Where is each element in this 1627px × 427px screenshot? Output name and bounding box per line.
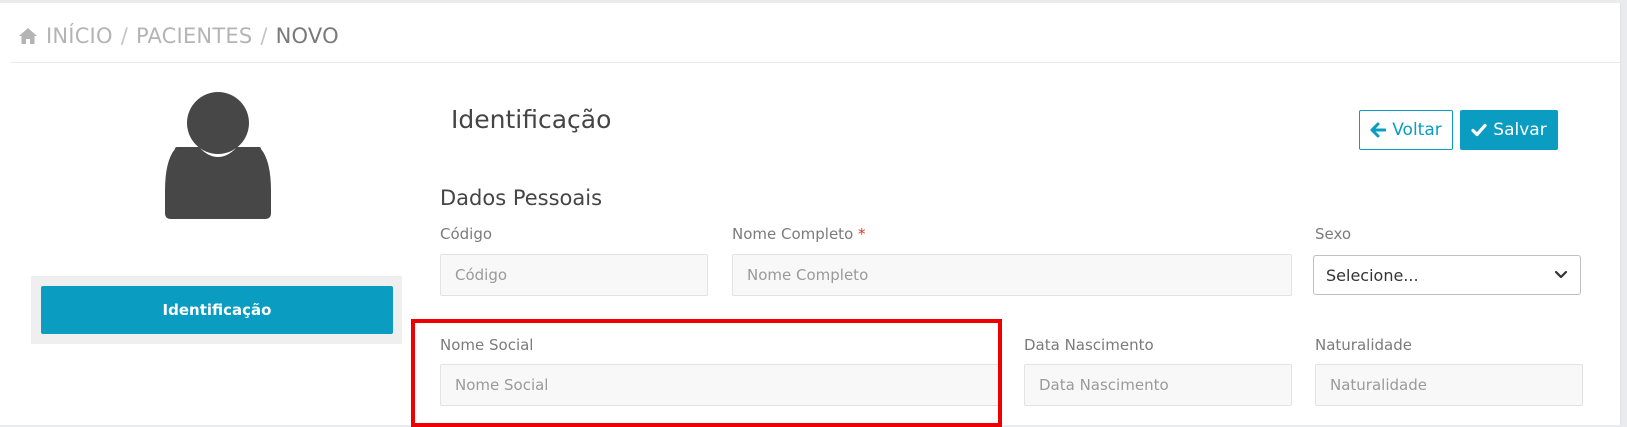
save-button-label: Salvar: [1493, 120, 1547, 140]
nome-completo-label: Nome Completo *: [732, 225, 866, 243]
nome-social-label: Nome Social: [440, 336, 534, 354]
check-icon: [1471, 123, 1487, 137]
sidebar-tab-identificacao[interactable]: Identificação: [41, 286, 393, 334]
sidebar-tab-panel: Identificação: [31, 276, 402, 344]
breadcrumb-separator: /: [120, 24, 128, 48]
back-button-label: Voltar: [1392, 120, 1442, 140]
breadcrumb-home[interactable]: INÍCIO: [46, 24, 113, 48]
breadcrumb: INÍCIO / PACIENTES / NOVO: [18, 21, 339, 51]
page: INÍCIO / PACIENTES / NOVO Identificação …: [0, 3, 1621, 427]
back-button[interactable]: Voltar: [1359, 110, 1453, 150]
home-icon[interactable]: [18, 27, 38, 45]
breadcrumb-patients[interactable]: PACIENTES: [136, 24, 252, 48]
breadcrumb-current: NOVO: [275, 24, 339, 48]
codigo-input[interactable]: [440, 254, 708, 296]
data-nascimento-label: Data Nascimento: [1024, 336, 1154, 354]
chevron-down-icon: [1554, 270, 1568, 279]
nome-completo-label-text: Nome Completo: [732, 225, 854, 243]
naturalidade-input[interactable]: [1315, 364, 1583, 406]
section-title: Dados Pessoais: [440, 186, 603, 210]
codigo-label: Código: [440, 225, 493, 243]
arrow-left-icon: [1370, 122, 1387, 138]
sexo-label: Sexo: [1315, 225, 1352, 243]
naturalidade-label: Naturalidade: [1315, 336, 1412, 354]
data-nascimento-input[interactable]: [1024, 364, 1292, 406]
header-divider: [10, 62, 1620, 63]
user-avatar-icon: [165, 92, 271, 219]
sexo-selected-value: Selecione...: [1326, 265, 1419, 285]
save-button[interactable]: Salvar: [1460, 110, 1558, 150]
sexo-select[interactable]: Selecione...: [1313, 255, 1581, 295]
nome-social-input[interactable]: [440, 364, 1000, 406]
breadcrumb-separator: /: [260, 24, 268, 48]
required-mark: *: [858, 225, 866, 243]
nome-completo-input[interactable]: [732, 254, 1292, 296]
page-title: Identificação: [451, 105, 612, 134]
